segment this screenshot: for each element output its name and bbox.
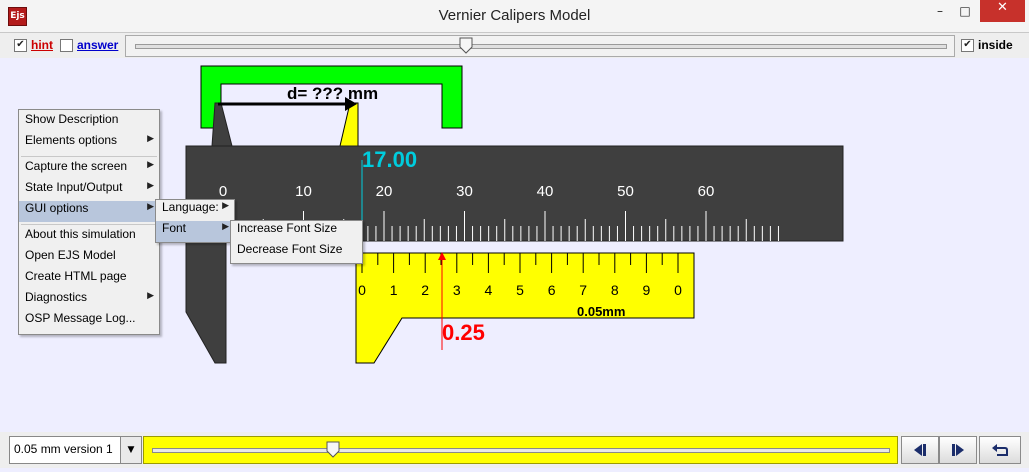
title-bar: Ejs Vernier Calipers Model – □ ✕: [0, 0, 1029, 33]
menu-item-label: State Input/Output: [25, 180, 123, 194]
window-title: Vernier Calipers Model: [438, 7, 591, 24]
inside-checkbox[interactable]: ✔: [961, 39, 974, 52]
version-select[interactable]: 0.05 mm version 1 ▼: [9, 436, 142, 464]
font-item-decrease-font-size[interactable]: Decrease Font Size: [231, 242, 362, 263]
menu-item-state-input-output[interactable]: State Input/Output ▶: [19, 180, 159, 201]
submenu-arrow-icon: ▶: [147, 290, 154, 300]
gui-options-submenu: Language: ▶ Font ▶: [155, 199, 235, 243]
menu-item-show-description[interactable]: Show Description: [19, 112, 159, 133]
gui-item-label: Language:: [162, 200, 219, 214]
main-reading: 17.00: [362, 147, 417, 172]
step-back-button[interactable]: [901, 436, 939, 464]
font-item-label: Increase Font Size: [237, 221, 338, 235]
main-scale-label: 50: [617, 183, 634, 200]
context-menu: Show Description Elements options ▶ Capture…: [18, 109, 160, 335]
top-slider-track[interactable]: [135, 44, 947, 49]
main-scale-label: 40: [537, 183, 554, 200]
vernier-label: 8: [611, 282, 619, 298]
close-button[interactable]: ✕: [980, 0, 1025, 22]
fixed-upper-jaw: [211, 102, 233, 147]
fixed-lower-jaw: [185, 240, 227, 364]
answer-checkbox[interactable]: [60, 39, 73, 52]
gui-item-label: Font: [162, 221, 187, 235]
menu-item-label: OSP Message Log...: [25, 311, 136, 325]
measurement-label: d= ??? mm: [287, 84, 378, 103]
menu-item-label: Open EJS Model: [25, 248, 116, 262]
top-slider[interactable]: [125, 35, 955, 57]
submenu-arrow-icon: ▶: [147, 180, 154, 190]
menu-item-label: Create HTML page: [25, 269, 127, 283]
submenu-arrow-icon: ▶: [147, 159, 154, 169]
answer-label[interactable]: answer: [77, 38, 118, 52]
step-back-icon: [914, 444, 926, 456]
menu-separator: [21, 224, 157, 225]
menu-item-label: Diagnostics: [25, 290, 88, 304]
version-select-value: 0.05 mm version 1: [14, 442, 113, 456]
bottom-slider-thumb[interactable]: [326, 441, 340, 458]
menu-item-open-ejs-model[interactable]: Open EJS Model: [19, 248, 159, 269]
menu-item-label: GUI options: [25, 201, 89, 215]
vernier-label: 0: [358, 282, 366, 298]
vernier-label: 9: [643, 282, 651, 298]
vernier-reading: 0.25: [442, 320, 485, 345]
menu-item-label: Elements options: [25, 133, 118, 147]
maximize-button[interactable]: □: [955, 0, 975, 22]
bottom-slider-track[interactable]: [152, 448, 890, 453]
reset-icon: [992, 444, 1008, 456]
font-submenu: Increase Font Size Decrease Font Size: [230, 220, 363, 264]
submenu-arrow-icon: ▶: [147, 201, 154, 211]
gui-item-language[interactable]: Language: ▶: [156, 200, 234, 221]
bottom-slider[interactable]: [143, 436, 898, 464]
main-scale-label: 20: [376, 183, 393, 200]
inside-label[interactable]: inside: [978, 38, 1013, 52]
top-slider-thumb[interactable]: [459, 37, 473, 54]
vernier-label: 2: [421, 282, 429, 298]
menu-item-label: Capture the screen: [25, 159, 128, 173]
menu-item-capture-the-screen[interactable]: Capture the screen ▶: [19, 159, 159, 180]
menu-item-diagnostics[interactable]: Diagnostics ▶: [19, 290, 159, 311]
vernier-upper-jaw: [339, 102, 359, 147]
step-forward-icon: [952, 444, 964, 456]
main-scale-label: 0: [219, 183, 227, 200]
vernier-slider: [355, 252, 695, 364]
main-scale-label: 30: [456, 183, 473, 200]
hint-checkbox[interactable]: ✔: [14, 39, 27, 52]
submenu-arrow-icon: ▶: [222, 200, 229, 210]
vernier-label: 5: [516, 282, 524, 298]
vernier-label: 0: [674, 282, 682, 298]
vernier-unit-label: 0.05mm: [577, 304, 625, 319]
gui-item-font[interactable]: Font ▶: [156, 221, 234, 242]
menu-item-elements-options[interactable]: Elements options ▶: [19, 133, 159, 154]
vernier-label: 1: [390, 282, 398, 298]
menu-item-label: About this simulation: [25, 227, 136, 241]
menu-item-label: Show Description: [25, 112, 119, 126]
step-forward-button[interactable]: [939, 436, 977, 464]
menu-item-osp-message-log[interactable]: OSP Message Log...: [19, 311, 159, 332]
vernier-label: 6: [548, 282, 556, 298]
menu-item-gui-options[interactable]: GUI options ▶: [19, 201, 159, 222]
vernier-label: 7: [579, 282, 587, 298]
submenu-arrow-icon: ▶: [147, 133, 154, 143]
submenu-arrow-icon: ▶: [222, 221, 229, 231]
vernier-label: 3: [453, 282, 461, 298]
main-scale-label: 10: [295, 183, 312, 200]
menu-item-about-this-simulation[interactable]: About this simulation: [19, 227, 159, 248]
font-item-label: Decrease Font Size: [237, 242, 343, 256]
font-item-increase-font-size[interactable]: Increase Font Size: [231, 221, 362, 242]
minimize-button[interactable]: –: [930, 0, 950, 22]
hint-label[interactable]: hint: [31, 38, 53, 52]
menu-item-create-html-page[interactable]: Create HTML page: [19, 269, 159, 290]
chevron-down-icon[interactable]: ▼: [120, 437, 141, 463]
vernier-label: 4: [485, 282, 493, 298]
main-scale-label: 60: [698, 183, 715, 200]
reset-button[interactable]: [979, 436, 1021, 464]
menu-separator: [21, 156, 157, 157]
